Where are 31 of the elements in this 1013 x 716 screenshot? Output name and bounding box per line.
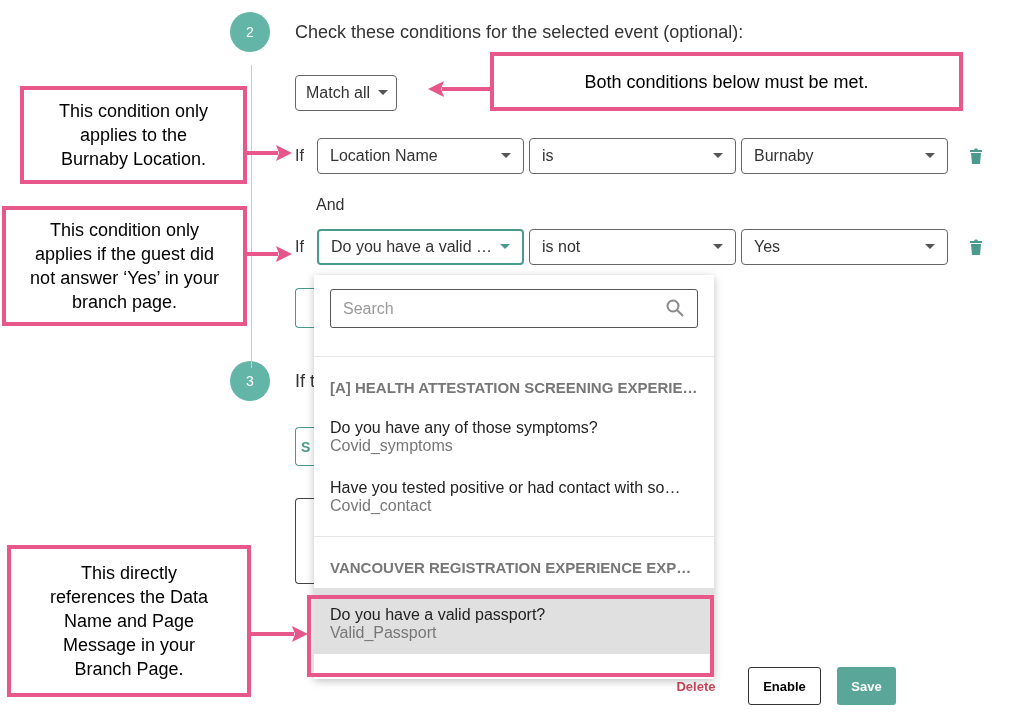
step-title: Check these conditions for the selected event (optional): bbox=[295, 21, 744, 43]
callout-box: This condition only applies if the guest did not answer ‘Yes’ in your branch page. bbox=[2, 206, 247, 326]
match-dropdown[interactable]: Match all bbox=[295, 75, 397, 111]
search-field[interactable]: Search bbox=[330, 289, 698, 328]
operator-dropdown[interactable]: is not bbox=[529, 229, 736, 265]
if-label: If bbox=[295, 147, 305, 165]
value-dropdown[interactable]: Burnaby bbox=[741, 138, 948, 174]
step-number: 2 bbox=[230, 12, 270, 52]
callout-box: Both conditions below must be met. bbox=[490, 52, 963, 111]
operator-dropdown[interactable]: is bbox=[529, 138, 736, 174]
step-number: 3 bbox=[230, 361, 270, 401]
option-data-name: Covid_contact bbox=[330, 497, 433, 515]
dropdown-option[interactable]: Do you have a valid passport? Valid_Passport bbox=[314, 588, 714, 654]
group-header: VANCOUVER REGISTRATION EXPERIENCE EXP… bbox=[329, 559, 693, 576]
option-question: Do you have any of those symptoms? bbox=[330, 419, 599, 437]
option-data-name: Valid_Passport bbox=[330, 624, 438, 642]
dropdown-option[interactable]: Do you have any of those symptoms? Covid_symptoms bbox=[314, 412, 714, 462]
value-dropdown[interactable]: Yes bbox=[741, 229, 948, 265]
dropdown-option[interactable]: Have you tested positive or had contact with so… Covid_contact bbox=[314, 472, 714, 522]
option-question: Do you have a valid passport? bbox=[330, 606, 547, 624]
group-header: [A] HEALTH ATTESTATION SCREENING EXPERIE… bbox=[329, 379, 699, 396]
field-dropdown[interactable]: Do you have a valid … bbox=[317, 229, 524, 265]
callout-box: This condition only applies to the Burnaby Location. bbox=[20, 86, 247, 184]
delete-button[interactable]: Delete bbox=[672, 678, 720, 694]
option-data-name: Covid_symptoms bbox=[330, 437, 454, 455]
callout-box: This directly references the Data Name and Page Message in your Branch Page. bbox=[7, 545, 251, 697]
enable-button[interactable]: Enable bbox=[748, 667, 821, 705]
field-dropdown[interactable]: Location Name bbox=[317, 138, 524, 174]
option-question: Have you tested positive or had contact with so… bbox=[330, 479, 682, 497]
connector-label: And bbox=[316, 196, 346, 214]
if-label: If bbox=[295, 238, 305, 256]
